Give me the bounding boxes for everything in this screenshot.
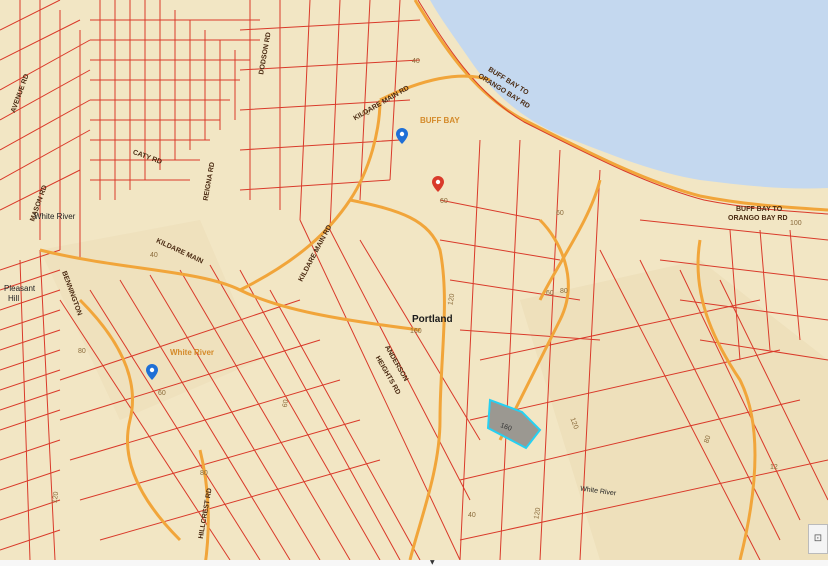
scroll-down-icon[interactable]: ▼	[430, 559, 435, 566]
map-viewport[interactable]: BUFF BAY TO ORANGO BAY RD BUFF BAY TO OR…	[0, 0, 828, 566]
map-control-icon[interactable]: ⊡	[808, 524, 828, 554]
map-canvas[interactable]	[0, 0, 828, 566]
map-pin-red[interactable]	[432, 176, 444, 192]
map-pin-blue-west[interactable]	[146, 364, 158, 380]
map-pin-blue-north[interactable]	[396, 128, 408, 144]
scrollbar-track[interactable]	[0, 560, 828, 566]
